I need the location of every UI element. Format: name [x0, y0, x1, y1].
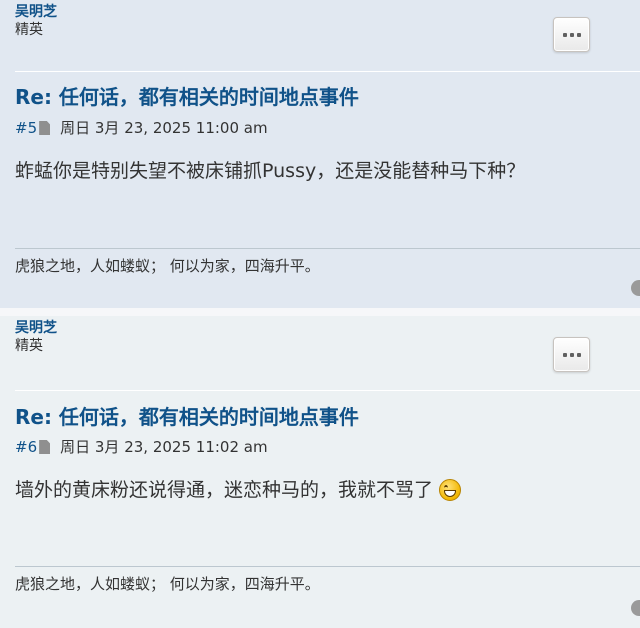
post-signature: 虎狼之地，人如蝼蚁； 何以为家，四海升平。 [15, 575, 320, 593]
post-number-link[interactable]: #6 [15, 437, 37, 457]
post-signature: 虎狼之地，人如蝼蚁； 何以为家，四海升平。 [15, 257, 320, 275]
post-title[interactable]: Re: 任何话，都有相关的时间地点事件 [15, 84, 359, 110]
author-rank: 精英 [15, 22, 43, 38]
ellipsis-icon [562, 32, 581, 37]
ellipsis-icon [562, 352, 581, 357]
post-date: 周日 3月 23, 2025 11:02 am [60, 438, 268, 456]
post-author[interactable]: 吴明芝 [15, 4, 57, 20]
post-content-text: 墙外的黄床粉还说得通，迷恋种马的，我就不骂了 [15, 479, 434, 501]
post-meta: #6 周日 3月 23, 2025 11:02 am [15, 437, 268, 457]
post-title[interactable]: Re: 任何话，都有相关的时间地点事件 [15, 404, 359, 430]
post-menu-button[interactable] [553, 17, 590, 52]
divider [15, 71, 640, 72]
post-content-text: 蚱蜢你是特别失望不被床铺抓Pussy，还是没能替种马下种？ [15, 160, 526, 182]
post-number-link[interactable]: #5 [15, 118, 37, 138]
grinning-smiley-icon [439, 479, 462, 501]
scroll-arrow-icon[interactable] [631, 600, 640, 616]
document-icon[interactable] [39, 440, 51, 454]
post-content: 墙外的黄床粉还说得通，迷恋种马的，我就不骂了 [15, 476, 462, 504]
document-icon[interactable] [39, 121, 51, 135]
author-rank: 精英 [15, 338, 43, 354]
signature-divider [15, 248, 640, 249]
divider [15, 390, 640, 391]
post-author[interactable]: 吴明芝 [15, 320, 57, 336]
scroll-arrow-icon[interactable] [631, 280, 640, 296]
post-meta: #5 周日 3月 23, 2025 11:00 am [15, 118, 268, 138]
post-5: 吴明芝 精英 Re: 任何话，都有相关的时间地点事件 #5 周日 3月 23, … [0, 0, 640, 308]
post-content: 蚱蜢你是特别失望不被床铺抓Pussy，还是没能替种马下种？ [15, 157, 525, 185]
post-6: 吴明芝 精英 Re: 任何话，都有相关的时间地点事件 #6 周日 3月 23, … [0, 316, 640, 628]
post-separator [0, 308, 640, 316]
post-menu-button[interactable] [553, 337, 590, 372]
post-date: 周日 3月 23, 2025 11:00 am [60, 119, 268, 137]
signature-divider [15, 566, 640, 567]
